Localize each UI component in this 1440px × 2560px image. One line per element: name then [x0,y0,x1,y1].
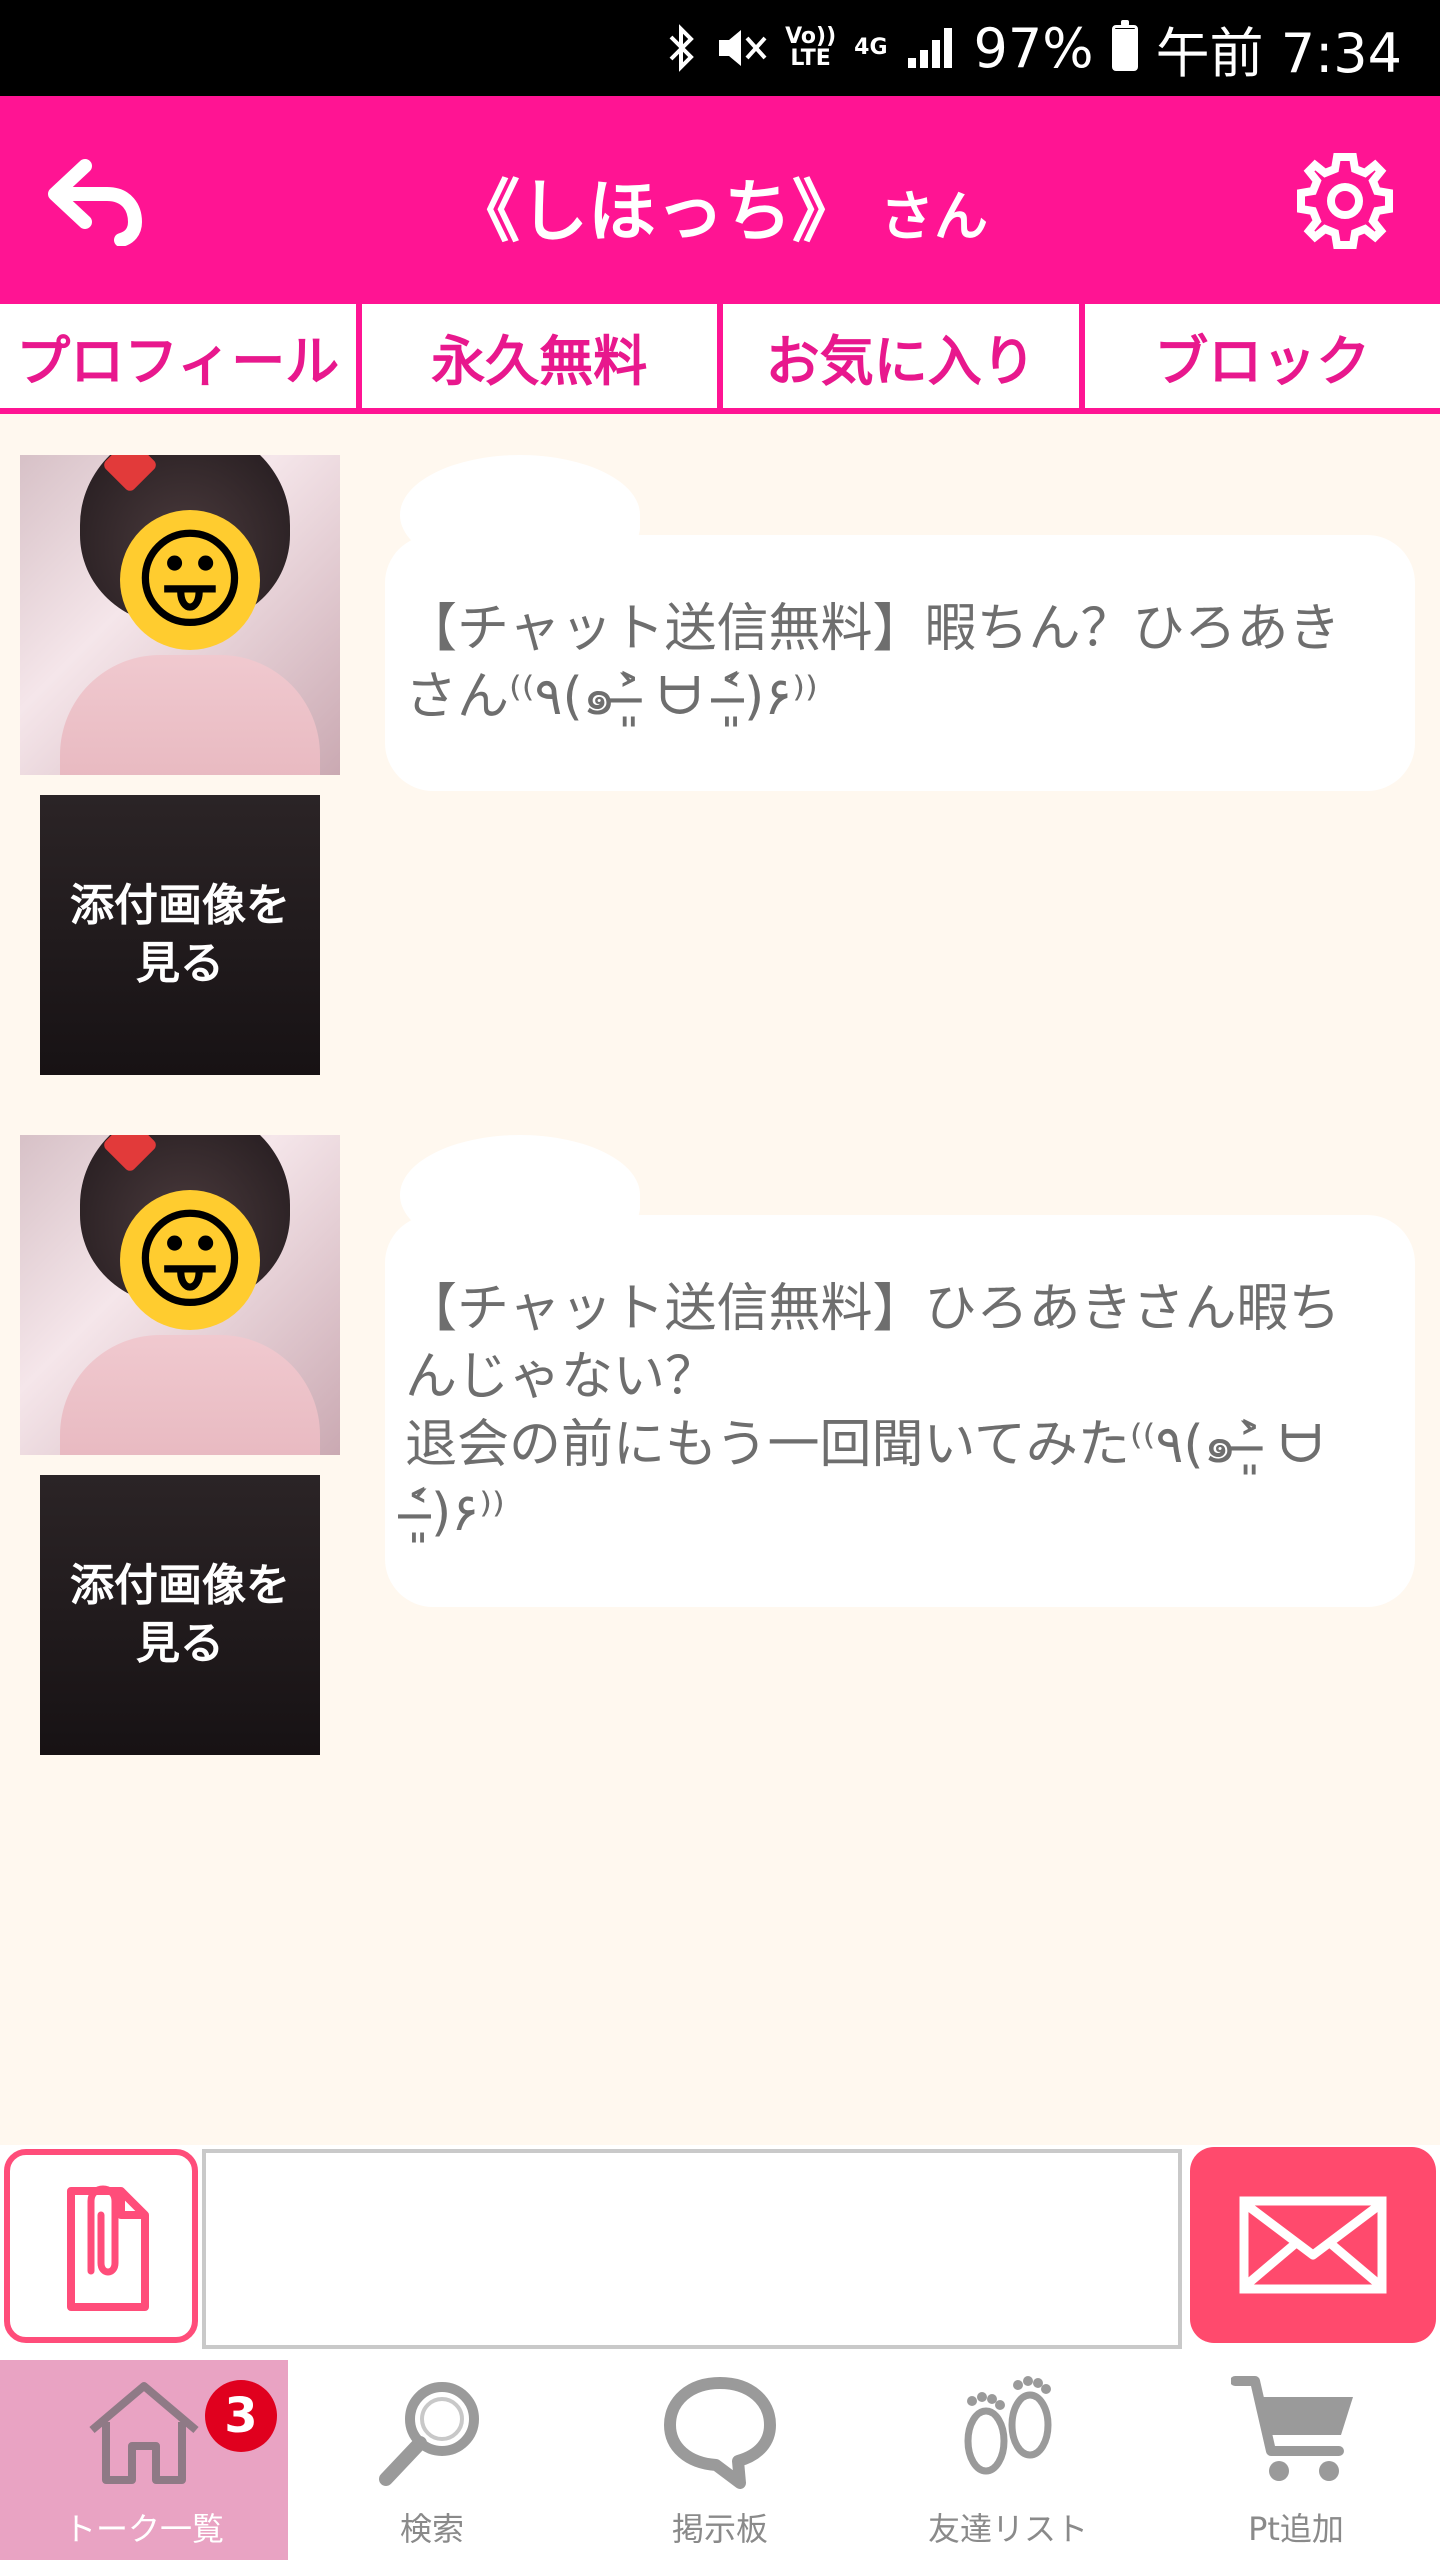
view-attachment-button[interactable]: 添付画像を見る [40,1475,320,1755]
status-bar: Vo)) LTE 4G 97% 午前 7:34 [0,0,1440,96]
nav-label: Pt追加 [1248,2510,1344,2548]
nav-friend-list[interactable]: 友達リスト [864,2360,1152,2560]
view-attachment-button[interactable]: 添付画像を見る [40,795,320,1075]
chat-message: 😛 添付画像を見る 【チャット送信無料】暇ちん？ひろあきさん⁽⁽٩(๑˃̶͈̀ … [0,455,1440,1095]
message-composer [0,2145,1440,2360]
avatar[interactable]: 😛 [20,455,340,775]
send-button[interactable] [1190,2147,1436,2343]
settings-button[interactable] [1290,146,1400,256]
message-bubble: 【チャット送信無料】ひろあきさん暇ちんじゃない？ 退会の前にもう一回聞いてみた⁽… [385,1215,1415,1607]
nav-label: 掲示板 [671,2510,768,2548]
tongue-emoji-icon: 😛 [120,1190,260,1330]
attach-file-icon [67,2185,149,2311]
volte-indicator: Vo)) LTE [785,24,837,71]
bluetooth-icon [667,23,697,73]
page-title: 《しほっち》 さん [0,156,1440,255]
chat-header: 《しほっち》 さん [0,96,1440,304]
battery-icon [1111,20,1138,71]
nav-label: トーク一覧 [63,2510,224,2548]
nav-label: 友達リスト [927,2510,1088,2548]
chat-message: 😛 添付画像を見る 【チャット送信無料】ひろあきさん暇ちんじゃない？ 退会の前に… [0,1135,1440,1775]
battery-percent: 97% [973,16,1094,80]
network-type: 4G [854,35,888,60]
tab-favorite[interactable]: お気に入り [717,304,1079,408]
nav-talk-list[interactable]: トーク一覧 3 [0,2360,288,2560]
clock: 午前 7:34 [1155,21,1402,85]
bottom-navigation: トーク一覧 3 検索 掲示板 友達リスト Pt追加 [0,2360,1440,2560]
search-icon [362,2366,502,2496]
nav-search[interactable]: 検索 [288,2360,576,2560]
honorific: さん [880,185,988,248]
gear-icon [1297,153,1393,249]
message-input[interactable] [202,2149,1182,2349]
status-icons: Vo)) LTE 4G 97% 午前 7:34 [667,0,1402,96]
unread-badge: 3 [205,2380,277,2452]
tab-profile[interactable]: プロフィール [0,304,356,408]
tab-block[interactable]: ブロック [1078,304,1440,408]
attach-file-button[interactable] [4,2149,198,2343]
cart-icon [1226,2366,1366,2496]
envelope-icon [1239,2196,1387,2294]
signal-icon [906,26,956,70]
nav-add-points[interactable]: Pt追加 [1152,2360,1440,2560]
nav-bulletin-board[interactable]: 掲示板 [576,2360,864,2560]
nav-label: 検索 [399,2510,464,2548]
message-bubble: 【チャット送信無料】暇ちん？ひろあきさん⁽⁽٩(๑˃̶͈̀ ᗨ ˂̶͈́)۶⁾⁾ [385,535,1415,791]
partner-name: 《しほっち》 [451,173,860,252]
footprints-icon [938,2366,1078,2496]
home-icon [74,2366,214,2496]
speech-bubble-icon [650,2366,790,2496]
tongue-emoji-icon: 😛 [120,510,260,650]
avatar[interactable]: 😛 [20,1135,340,1455]
mute-icon [715,26,767,70]
profile-tabs: プロフィール 永久無料 お気に入り ブロック [0,304,1440,414]
tab-free-forever[interactable]: 永久無料 [355,304,718,408]
